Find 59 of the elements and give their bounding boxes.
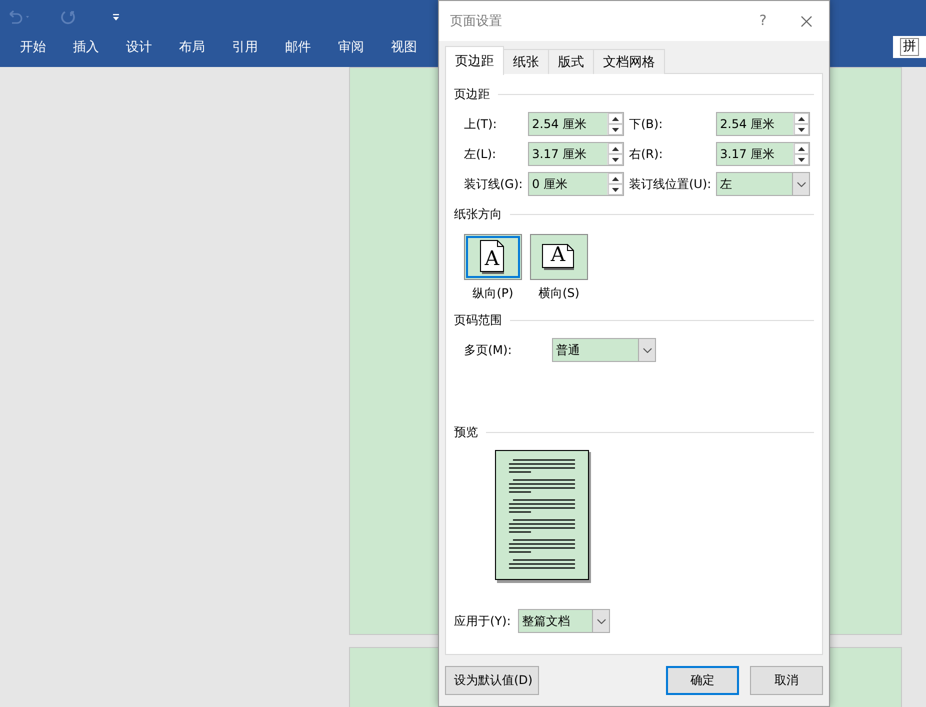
customize-toolbar-icon[interactable] <box>112 14 120 20</box>
spin-field[interactable]: 3.17 厘米 <box>528 142 624 166</box>
spin-up-icon[interactable] <box>798 116 805 120</box>
field-label: 装订线位置(U): <box>629 176 712 192</box>
ribbon-tab[interactable]: 审阅 <box>326 34 379 60</box>
spin-down-icon[interactable] <box>612 158 619 162</box>
section-heading: 纸张方向 <box>454 206 502 222</box>
field-label: 上(T): <box>464 116 498 132</box>
dialog-button[interactable]: 设为默认值(D) <box>445 666 539 695</box>
spin-up-icon[interactable] <box>612 146 619 150</box>
chevron-down-icon <box>596 618 606 624</box>
dialog-button[interactable]: 取消 <box>750 666 823 695</box>
spin-up-icon[interactable] <box>612 176 619 180</box>
section-heading: 页码范围 <box>454 312 502 328</box>
chevron-down-icon <box>642 348 652 352</box>
dialog-title: 页面设置 <box>450 13 503 30</box>
dialog-button[interactable]: 确定 <box>666 666 739 695</box>
dropdown[interactable]: 整篇文档 <box>518 609 610 633</box>
orientation-label: 横向(S) <box>538 285 580 302</box>
ribbon-tab[interactable]: 邮件 <box>273 34 326 60</box>
field-label: 应用于(Y): <box>454 612 512 630</box>
field-label: 多页(M): <box>464 342 513 358</box>
spin-field[interactable]: 2.54 厘米 <box>528 112 624 136</box>
ribbon-tab[interactable]: 开始 <box>8 34 61 60</box>
ime-mode-button[interactable]: 拼 <box>900 38 919 56</box>
spin-up-icon[interactable] <box>612 116 619 120</box>
field-label: 右(R): <box>629 146 664 162</box>
portrait-page-icon: A <box>480 240 506 274</box>
spin-field[interactable]: 3.17 厘米 <box>716 142 810 166</box>
field-label: 左(L): <box>464 146 498 162</box>
field-label: 下(B): <box>629 116 664 132</box>
section-heading: 预览 <box>454 424 478 440</box>
chevron-down-icon <box>796 182 806 186</box>
orientation-label: 纵向(P) <box>472 285 514 302</box>
spin-down-icon[interactable] <box>612 188 619 192</box>
dropdown[interactable]: 普通 <box>552 338 656 362</box>
spin-field[interactable]: 0 厘米 <box>528 172 624 196</box>
dropdown[interactable]: 左 <box>716 172 810 196</box>
help-button[interactable]: ? <box>743 13 783 29</box>
spin-field[interactable]: 2.54 厘米 <box>716 112 810 136</box>
ribbon-tab[interactable]: 引用 <box>220 34 273 60</box>
orientation-button[interactable]: A <box>530 234 588 280</box>
spin-up-icon[interactable] <box>798 146 805 150</box>
spin-down-icon[interactable] <box>612 128 619 132</box>
spin-down-icon[interactable] <box>798 158 805 162</box>
ribbon-tab[interactable]: 布局 <box>167 34 220 60</box>
orientation-button[interactable]: A <box>464 234 522 280</box>
dialog-tab[interactable]: 页边距 <box>445 46 504 75</box>
spin-down-icon[interactable] <box>798 128 805 132</box>
close-icon <box>800 16 812 26</box>
section-heading: 页边距 <box>454 86 490 102</box>
ribbon-tab[interactable]: 视图 <box>379 34 432 60</box>
dialog-tab[interactable]: 文档网格 <box>593 49 665 74</box>
landscape-page-icon: A <box>542 244 576 270</box>
ribbon-tab[interactable]: 设计 <box>114 34 167 60</box>
ribbon-tab[interactable]: 插入 <box>61 34 114 60</box>
dialog-tab[interactable]: 纸张 <box>503 49 549 74</box>
dialog-tab[interactable]: 版式 <box>548 49 594 74</box>
field-label: 装订线(G): <box>464 176 524 192</box>
